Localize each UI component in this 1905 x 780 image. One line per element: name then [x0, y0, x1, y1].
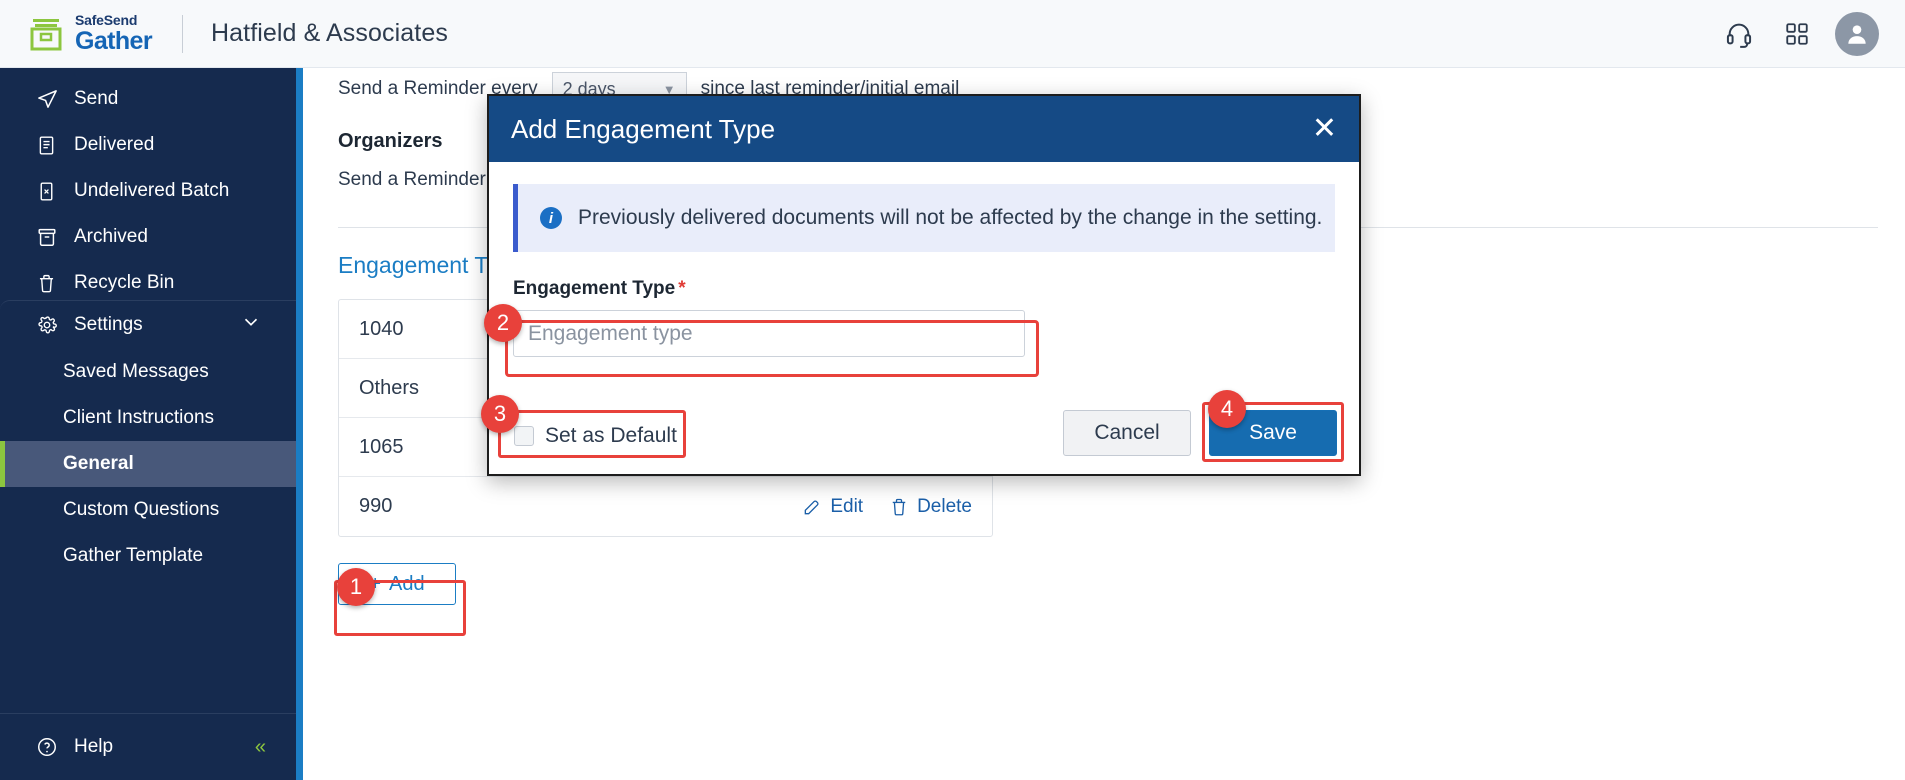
step-badge-3: 3 — [481, 395, 519, 433]
sidebar-item-settings[interactable]: Settings — [0, 301, 296, 349]
sidebar-item-send[interactable]: Send — [0, 76, 303, 122]
info-banner: i Previously delivered documents will no… — [513, 184, 1335, 252]
close-x-icon[interactable]: ✕ — [1312, 114, 1337, 144]
sidebar-item-saved-messages[interactable]: Saved Messages — [0, 349, 296, 395]
sidebar-item-label: Custom Questions — [63, 499, 220, 520]
brand-name-top: SafeSend — [75, 12, 138, 28]
user-avatar-icon[interactable] — [1835, 11, 1879, 56]
sidebar-divider — [0, 713, 296, 714]
sidebar-item-label: Client Instructions — [63, 407, 215, 428]
add-button-label: Add — [389, 572, 425, 595]
engagement-type-field-label: Engagement Type * — [513, 278, 1335, 300]
delete-label: Delete — [917, 495, 972, 517]
sidebar-item-client-instructions[interactable]: Client Instructions — [0, 395, 296, 441]
delete-button[interactable]: Delete — [889, 496, 972, 518]
row-actions: Edit Delete — [802, 496, 972, 518]
gear-icon — [36, 314, 62, 336]
required-asterisk: * — [678, 278, 686, 299]
sidebar-item-label: Settings — [74, 314, 143, 335]
dialog-footer: Cancel Save — [1063, 410, 1337, 456]
step-badge-4: 4 — [1208, 390, 1246, 428]
brand-name-bottom: Gather — [75, 27, 153, 55]
sidebar-item-label: Gather Template — [63, 545, 204, 566]
dialog-header: Add Engagement Type ✕ — [489, 96, 1359, 162]
document-icon — [36, 135, 62, 156]
sidebar: Send Delivered Undelivered Batch Archive… — [0, 68, 303, 780]
headset-icon[interactable] — [1719, 14, 1759, 54]
send-paper-plane-icon — [36, 88, 62, 111]
sidebar-item-general[interactable]: General — [0, 441, 296, 487]
sidebar-item-custom-questions[interactable]: Custom Questions — [0, 487, 296, 533]
brand-text: SafeSend Gather — [75, 12, 153, 55]
organizers-reminder-label: Send a Reminder — [338, 169, 486, 190]
sidebar-item-delivered[interactable]: Delivered — [0, 122, 303, 168]
engagement-type-name: 1065 — [359, 435, 404, 458]
dialog-title: Add Engagement Type — [511, 113, 776, 144]
sidebar-item-gather-template[interactable]: Gather Template — [0, 533, 296, 579]
engagement-type-name: 990 — [359, 495, 393, 517]
sidebar-item-help[interactable]: Help « — [0, 722, 296, 772]
sidebar-item-label: Undelivered Batch — [74, 180, 230, 201]
trash-icon — [36, 273, 62, 294]
checkbox-box[interactable] — [514, 426, 534, 446]
app-header: SafeSend Gather Hatfield & Associates — [0, 0, 1905, 68]
engagement-type-name: 1040 — [359, 317, 404, 340]
sidebar-settings-group: Settings Saved Messages Client Instructi… — [0, 300, 296, 780]
sidebar-item-label: Recycle Bin — [74, 272, 175, 293]
question-circle-icon — [36, 736, 62, 758]
firm-name: Hatfield & Associates — [210, 19, 448, 47]
dialog-body: i Previously delivered documents will no… — [489, 162, 1359, 462]
set-as-default-checkbox[interactable]: Set as Default — [514, 424, 677, 448]
brand-logo[interactable]: SafeSend Gather — [26, 12, 153, 55]
sidebar-item-label: Help — [74, 736, 114, 757]
safesend-gather-logo-icon — [26, 14, 66, 54]
collapse-chevrons-icon[interactable]: « — [255, 736, 266, 759]
engagement-type-input-placeholder: Engagement type — [528, 321, 693, 345]
sidebar-item-label: Send — [74, 88, 119, 109]
chevron-down-icon[interactable] — [240, 311, 262, 339]
info-banner-text: Previously delivered documents will not … — [578, 206, 1323, 229]
info-circle-icon: i — [540, 207, 562, 229]
field-label-text: Engagement Type — [513, 278, 676, 299]
grid-apps-icon[interactable] — [1777, 14, 1817, 54]
set-as-default-label: Set as Default — [545, 424, 677, 447]
header-actions — [1719, 11, 1879, 56]
step-badge-2: 2 — [484, 304, 522, 342]
step-badge-1: 1 — [337, 568, 375, 606]
app-root: SafeSend Gather Hatfield & Associates Se… — [0, 0, 1905, 780]
document-x-icon — [36, 181, 62, 202]
table-row[interactable]: 990 Edit Delete — [339, 477, 992, 536]
sidebar-item-label: General — [63, 453, 134, 474]
sidebar-item-label: Archived — [74, 226, 148, 247]
edit-label: Edit — [830, 495, 864, 517]
header-divider — [181, 14, 183, 53]
engagement-type-input[interactable]: Engagement type — [513, 310, 1025, 357]
cancel-button[interactable]: Cancel — [1063, 410, 1191, 456]
archive-box-icon — [36, 226, 62, 248]
sidebar-item-label: Delivered — [74, 134, 155, 155]
sidebar-item-undelivered-batch[interactable]: Undelivered Batch — [0, 168, 303, 214]
edit-button[interactable]: Edit — [802, 496, 863, 518]
sidebar-item-archived[interactable]: Archived — [0, 214, 303, 260]
engagement-type-name: Others — [359, 376, 420, 399]
sidebar-item-label: Saved Messages — [63, 361, 209, 382]
